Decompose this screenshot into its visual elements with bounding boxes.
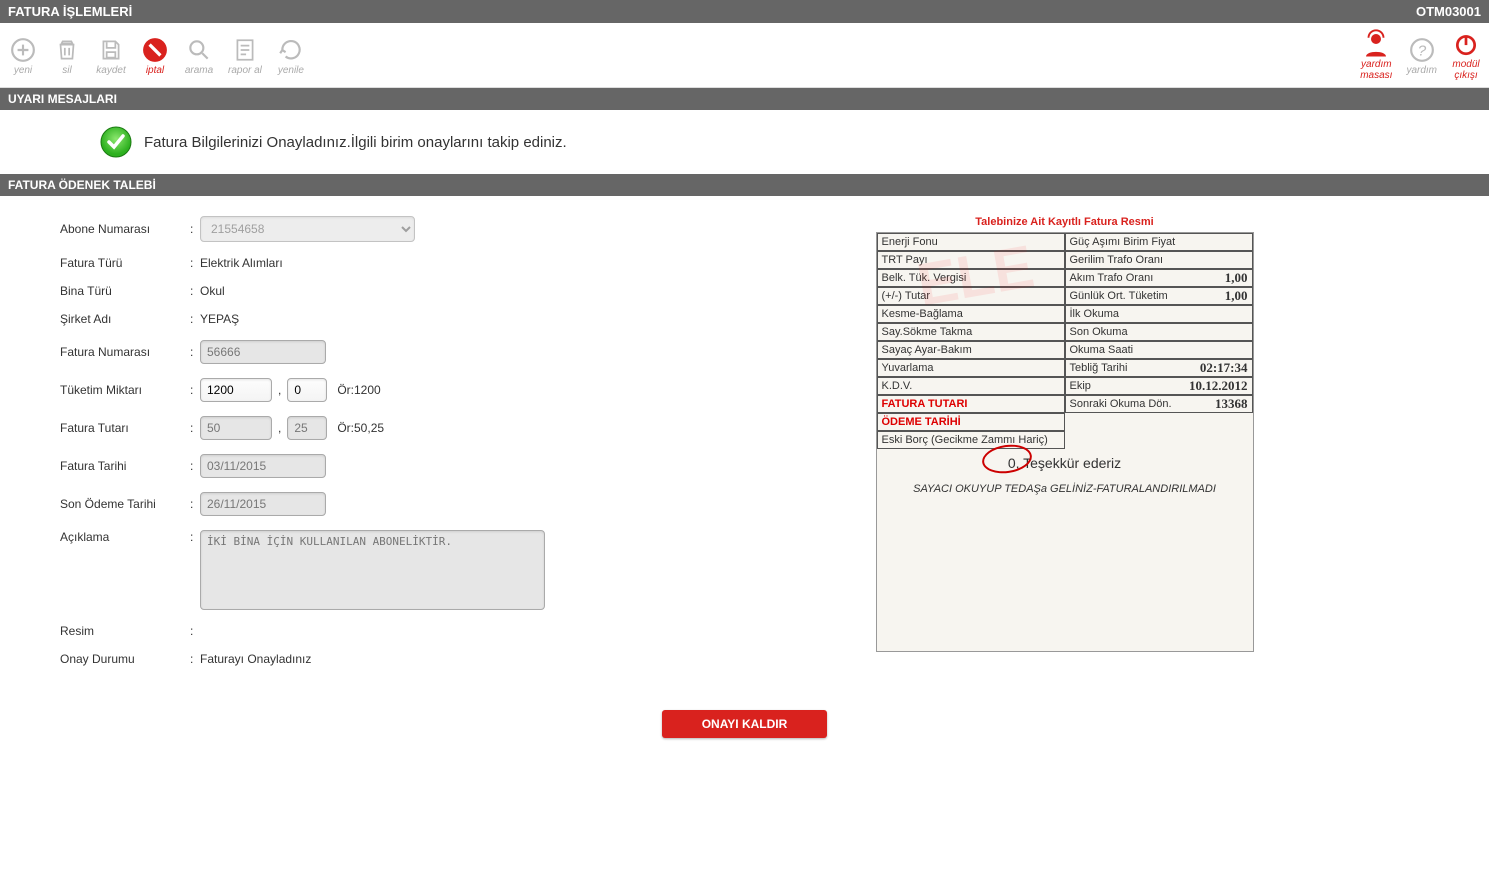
bill-footer: SAYACI OKUYUP TEDAŞa GELİNİZ-FATURALANDI… — [877, 477, 1253, 501]
toolbar: yeni sil kaydet iptal arama rapor al yen… — [0, 23, 1489, 88]
search-icon — [184, 35, 214, 65]
bill-left-red-row: FATURA TUTARI — [877, 395, 1065, 413]
bill-left-row: Belk. Tük. Vergisi — [877, 269, 1065, 287]
bill-right-row: Akım Trafo Oranı1,00 — [1065, 269, 1253, 287]
fatura-tarihi-label: Fatura Tarihi — [60, 459, 190, 473]
son-odeme-input[interactable] — [200, 492, 326, 516]
headset-person-icon — [1361, 29, 1391, 59]
bill-right-row: İlk Okuma — [1065, 305, 1253, 323]
tuketim-int-input[interactable] — [200, 378, 272, 402]
abone-no-select[interactable]: 21554658 — [200, 216, 415, 242]
resim-label: Resim — [60, 624, 190, 638]
alert-text: Fatura Bilgilerinizi Onayladınız.İlgili … — [144, 134, 567, 151]
tuketim-dec-input[interactable] — [287, 378, 327, 402]
fatura-turu-value: Elektrik Alımları — [200, 256, 283, 270]
report-icon — [230, 35, 260, 65]
fatura-no-label: Fatura Numarası — [60, 345, 190, 359]
bill-left-row: Enerji Fonu — [877, 233, 1065, 251]
fatura-tarihi-input[interactable] — [200, 454, 326, 478]
trash-icon — [52, 35, 82, 65]
bill-right-row: Okuma Saati — [1065, 341, 1253, 359]
search-button[interactable]: arama — [184, 35, 214, 76]
onay-value: Faturayı Onayladınız — [200, 652, 311, 666]
bill-left-row: K.D.V. — [877, 377, 1065, 395]
bill-left-row: TRT Payı — [877, 251, 1065, 269]
tuketim-hint: Ör:1200 — [337, 383, 380, 397]
fatura-turu-label: Fatura Türü — [60, 256, 190, 270]
check-circle-icon — [100, 126, 132, 158]
bill-image: ELE Enerji FonuTRT PayıBelk. Tük. Vergis… — [876, 232, 1254, 652]
remove-approval-button[interactable]: ONAYI KALDIR — [662, 710, 828, 738]
helpdesk-button[interactable]: yardım masası — [1360, 29, 1392, 81]
power-icon — [1451, 29, 1481, 59]
tutar-hint: Ör:50,25 — [337, 421, 384, 435]
save-icon — [96, 35, 126, 65]
page-header: FATURA İŞLEMLERİ OTM03001 — [0, 0, 1489, 23]
tutar-dec-input[interactable] — [287, 416, 327, 440]
bill-right-row: Ekip10.12.2012 — [1065, 377, 1253, 395]
son-odeme-label: Son Ödeme Tarihi — [60, 497, 190, 511]
alert-section-header: UYARI MESAJLARI — [0, 88, 1489, 110]
onay-label: Onay Durumu — [60, 652, 190, 666]
new-button[interactable]: yeni — [8, 35, 38, 76]
bina-turu-value: Okul — [200, 284, 225, 298]
plus-circle-icon — [8, 35, 38, 65]
refresh-button[interactable]: yenile — [276, 35, 306, 76]
bill-right-row: Güç Aşımı Birim Fiyat — [1065, 233, 1253, 251]
bill-right-row: Son Okuma — [1065, 323, 1253, 341]
exit-button[interactable]: modül çıkışı — [1451, 29, 1481, 81]
tutar-int-input[interactable] — [200, 416, 272, 440]
bill-left-row: Yuvarlama — [877, 359, 1065, 377]
svg-text:?: ? — [1418, 42, 1427, 59]
bill-left-red-row: ÖDEME TARİHİ — [877, 413, 1065, 431]
question-circle-icon: ? — [1407, 35, 1437, 65]
bill-thanks: 0, Teşekkür ederiz — [877, 449, 1253, 477]
bina-turu-label: Bina Türü — [60, 284, 190, 298]
cancel-icon — [140, 35, 170, 65]
save-button[interactable]: kaydet — [96, 35, 126, 76]
bill-eski-borc: Eski Borç (Gecikme Zammı Hariç) — [877, 431, 1065, 449]
sirket-label: Şirket Adı — [60, 312, 190, 326]
abone-no-label: Abone Numarası — [60, 222, 190, 236]
tutar-label: Fatura Tutarı — [60, 421, 190, 435]
bill-left-row: (+/-) Tutar — [877, 287, 1065, 305]
bill-right-row: Gerilim Trafo Oranı — [1065, 251, 1253, 269]
fatura-no-input[interactable] — [200, 340, 326, 364]
bill-image-caption: Talebinize Ait Kayıtlı Fatura Resmi — [700, 216, 1429, 228]
alert-message: Fatura Bilgilerinizi Onayladınız.İlgili … — [0, 110, 1489, 174]
bill-image-column: Talebinize Ait Kayıtlı Fatura Resmi ELE … — [700, 216, 1429, 652]
bill-right-row: Günlük Ort. Tüketim1,00 — [1065, 287, 1253, 305]
bill-left-row: Say.Sökme Takma — [877, 323, 1065, 341]
tuketim-label: Tüketim Miktarı — [60, 383, 190, 397]
refresh-icon — [276, 35, 306, 65]
page-title: FATURA İŞLEMLERİ — [8, 4, 132, 19]
bill-left-row: Sayaç Ayar-Bakım — [877, 341, 1065, 359]
aciklama-textarea[interactable]: İKİ BİNA İÇİN KULLANILAN ABONELİKTİR. — [200, 530, 545, 610]
help-button[interactable]: ? yardım — [1406, 35, 1437, 76]
form-section-header: FATURA ÖDENEK TALEBİ — [0, 174, 1489, 196]
bill-right-row: Tebliğ Tarihi02:17:34 — [1065, 359, 1253, 377]
report-button[interactable]: rapor al — [228, 35, 262, 76]
aciklama-label: Açıklama — [60, 530, 190, 544]
bill-left-row: Kesme-Bağlama — [877, 305, 1065, 323]
form-column: Abone Numarası: 21554658 Fatura Türü: El… — [60, 216, 620, 680]
bill-right-row: Sonraki Okuma Dön.13368 — [1065, 395, 1253, 413]
delete-button[interactable]: sil — [52, 35, 82, 76]
sirket-value: YEPAŞ — [200, 312, 239, 326]
page-code: OTM03001 — [1416, 4, 1481, 19]
cancel-button[interactable]: iptal — [140, 35, 170, 76]
